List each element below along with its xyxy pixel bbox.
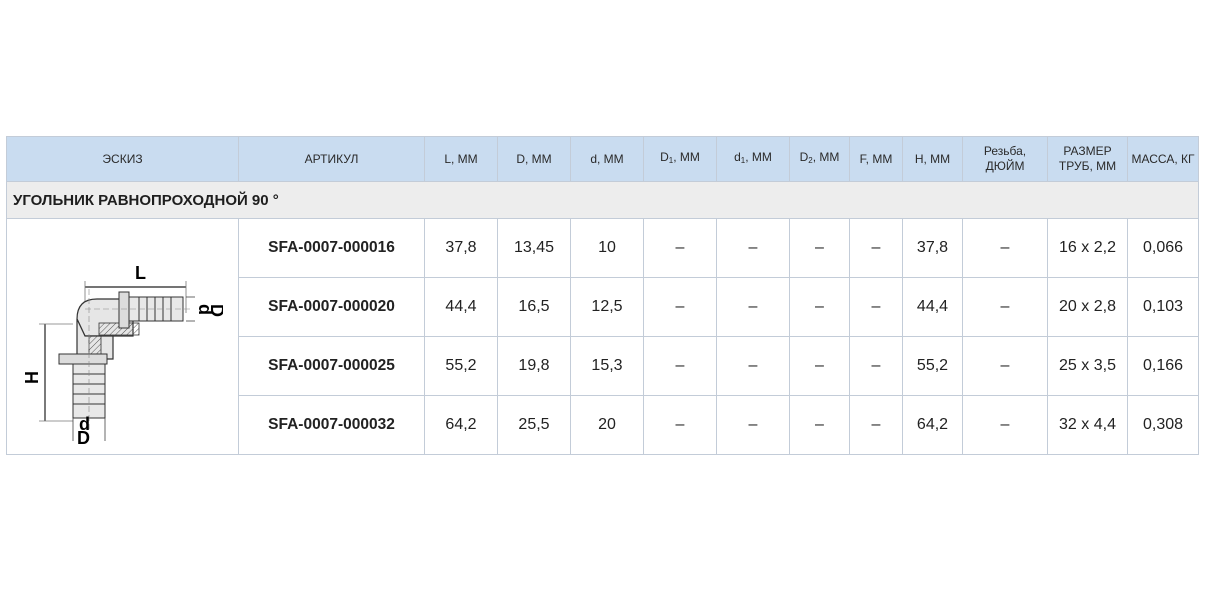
cell-D1: – <box>643 395 717 455</box>
header-D2: D2, ММ <box>789 136 850 182</box>
cell-D: 13,45 <box>497 218 571 278</box>
elbow-sketch-cell: L H d d D <box>6 218 239 455</box>
dimension-L-label: L <box>135 263 146 283</box>
cell-d: 12,5 <box>570 277 644 337</box>
cell-d1: – <box>716 218 790 278</box>
cell-d: 20 <box>570 395 644 455</box>
cell-D: 19,8 <box>497 336 571 396</box>
cell-article: SFA-0007-000020 <box>238 277 425 337</box>
cell-H: 64,2 <box>902 395 963 455</box>
cell-d1: – <box>716 277 790 337</box>
header-thread: Резьба, ДЮЙМ <box>962 136 1048 182</box>
cell-F: – <box>849 395 903 455</box>
cell-D2: – <box>789 277 850 337</box>
cell-thread: – <box>962 395 1048 455</box>
cell-H: 37,8 <box>902 218 963 278</box>
section-title: УГОЛЬНИК РАВНОПРОХОДНОЙ 90 ° <box>6 181 1199 219</box>
elbow-fitting-drawing: L H d d D <box>23 263 223 444</box>
cell-D2: – <box>789 336 850 396</box>
cell-mass: 0,103 <box>1127 277 1199 337</box>
header-F: F, ММ <box>849 136 903 182</box>
cell-L: 64,2 <box>424 395 498 455</box>
cell-d1: – <box>716 336 790 396</box>
cell-D1: – <box>643 336 717 396</box>
header-D1: D1, ММ <box>643 136 717 182</box>
cell-pipe-size: 20 x 2,8 <box>1047 277 1128 337</box>
cell-H: 44,4 <box>902 277 963 337</box>
cell-mass: 0,308 <box>1127 395 1199 455</box>
cell-D2: – <box>789 218 850 278</box>
cell-D: 16,5 <box>497 277 571 337</box>
cell-F: – <box>849 277 903 337</box>
cell-article: SFA-0007-000025 <box>238 336 425 396</box>
cell-pipe-size: 25 x 3,5 <box>1047 336 1128 396</box>
cell-thread: – <box>962 218 1048 278</box>
table-row: L H d d D SFA-0007-000016 37,8 13,45 10 … <box>6 218 1199 455</box>
header-row: ЭСКИЗ АРТИКУЛ L, ММ D, ММ d, ММ D1, ММ d… <box>6 136 1199 182</box>
cell-L: 37,8 <box>424 218 498 278</box>
cell-mass: 0,166 <box>1127 336 1199 396</box>
header-article: АРТИКУЛ <box>238 136 425 182</box>
cell-D1: – <box>643 277 717 337</box>
cell-thread: – <box>962 277 1048 337</box>
dimension-D-right-label: D <box>207 304 223 317</box>
section-row: УГОЛЬНИК РАВНОПРОХОДНОЙ 90 ° <box>6 181 1199 219</box>
cell-H: 55,2 <box>902 336 963 396</box>
dimension-H-label: H <box>23 371 42 384</box>
header-L: L, ММ <box>424 136 498 182</box>
cell-article: SFA-0007-000032 <box>238 395 425 455</box>
header-pipe-size: РАЗМЕР ТРУБ, ММ <box>1047 136 1128 182</box>
header-sketch: ЭСКИЗ <box>6 136 239 182</box>
header-D: D, ММ <box>497 136 571 182</box>
header-mass: МАССА, КГ <box>1127 136 1199 182</box>
cell-d1: – <box>716 395 790 455</box>
cell-D2: – <box>789 395 850 455</box>
cell-L: 44,4 <box>424 277 498 337</box>
cell-pipe-size: 16 x 2,2 <box>1047 218 1128 278</box>
cell-thread: – <box>962 336 1048 396</box>
header-H: H, ММ <box>902 136 963 182</box>
cell-d: 10 <box>570 218 644 278</box>
spec-table: ЭСКИЗ АРТИКУЛ L, ММ D, ММ d, ММ D1, ММ d… <box>6 136 1199 455</box>
cell-F: – <box>849 218 903 278</box>
dimension-D-bottom-label: D <box>77 428 90 444</box>
cell-D: 25,5 <box>497 395 571 455</box>
cell-article: SFA-0007-000016 <box>238 218 425 278</box>
header-d1: d1, ММ <box>716 136 790 182</box>
header-d: d, ММ <box>570 136 644 182</box>
cell-D1: – <box>643 218 717 278</box>
cell-d: 15,3 <box>570 336 644 396</box>
cell-L: 55,2 <box>424 336 498 396</box>
cell-pipe-size: 32 x 4,4 <box>1047 395 1128 455</box>
cell-F: – <box>849 336 903 396</box>
cell-mass: 0,066 <box>1127 218 1199 278</box>
